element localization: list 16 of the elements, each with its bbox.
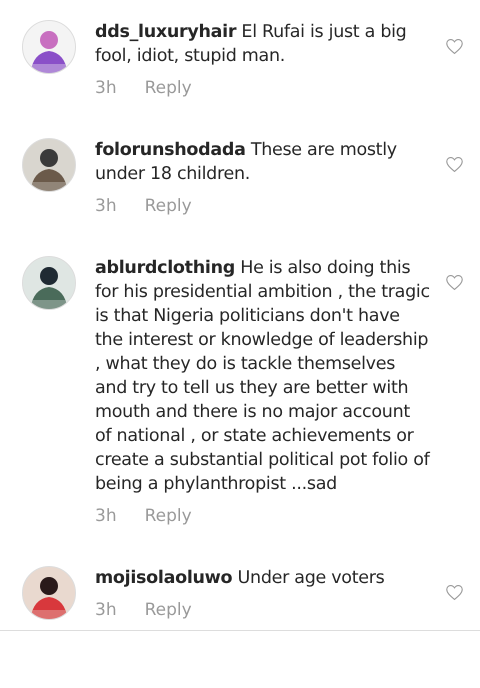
reply-button[interactable]: Reply (144, 78, 192, 98)
reply-button[interactable]: Reply (144, 600, 192, 620)
timestamp: 3h (95, 78, 117, 98)
heart-icon[interactable] (445, 584, 464, 601)
comment-text: folorunshodada These are mostly under 18 children. (95, 139, 398, 186)
comment-text: ablurdclothing He is also doing this for his presidential ambition , the tragic is that Nigeria politicians don't have the interest or knowledge of leadership , what they do is tackle themselves and try to tell us they are better with mouth and there is no major account of national , or state achievements or create a substantial political pot folio of being a phylanthropist ...sad (95, 257, 431, 496)
heart-icon[interactable] (445, 274, 464, 291)
heart-icon[interactable] (445, 38, 464, 55)
reply-button[interactable]: Reply (144, 506, 192, 526)
timestamp: 3h (95, 600, 117, 620)
timestamp: 3h (95, 506, 117, 526)
timestamp: 3h (95, 196, 117, 216)
comment-text: dds_luxuryhair El Rufai is just a big fool, idiot, stupid man. (95, 21, 408, 68)
comment-text: mojisolaoluwo Under age voters (95, 567, 386, 590)
heart-icon[interactable] (445, 156, 464, 173)
reply-button[interactable]: Reply (144, 196, 192, 216)
